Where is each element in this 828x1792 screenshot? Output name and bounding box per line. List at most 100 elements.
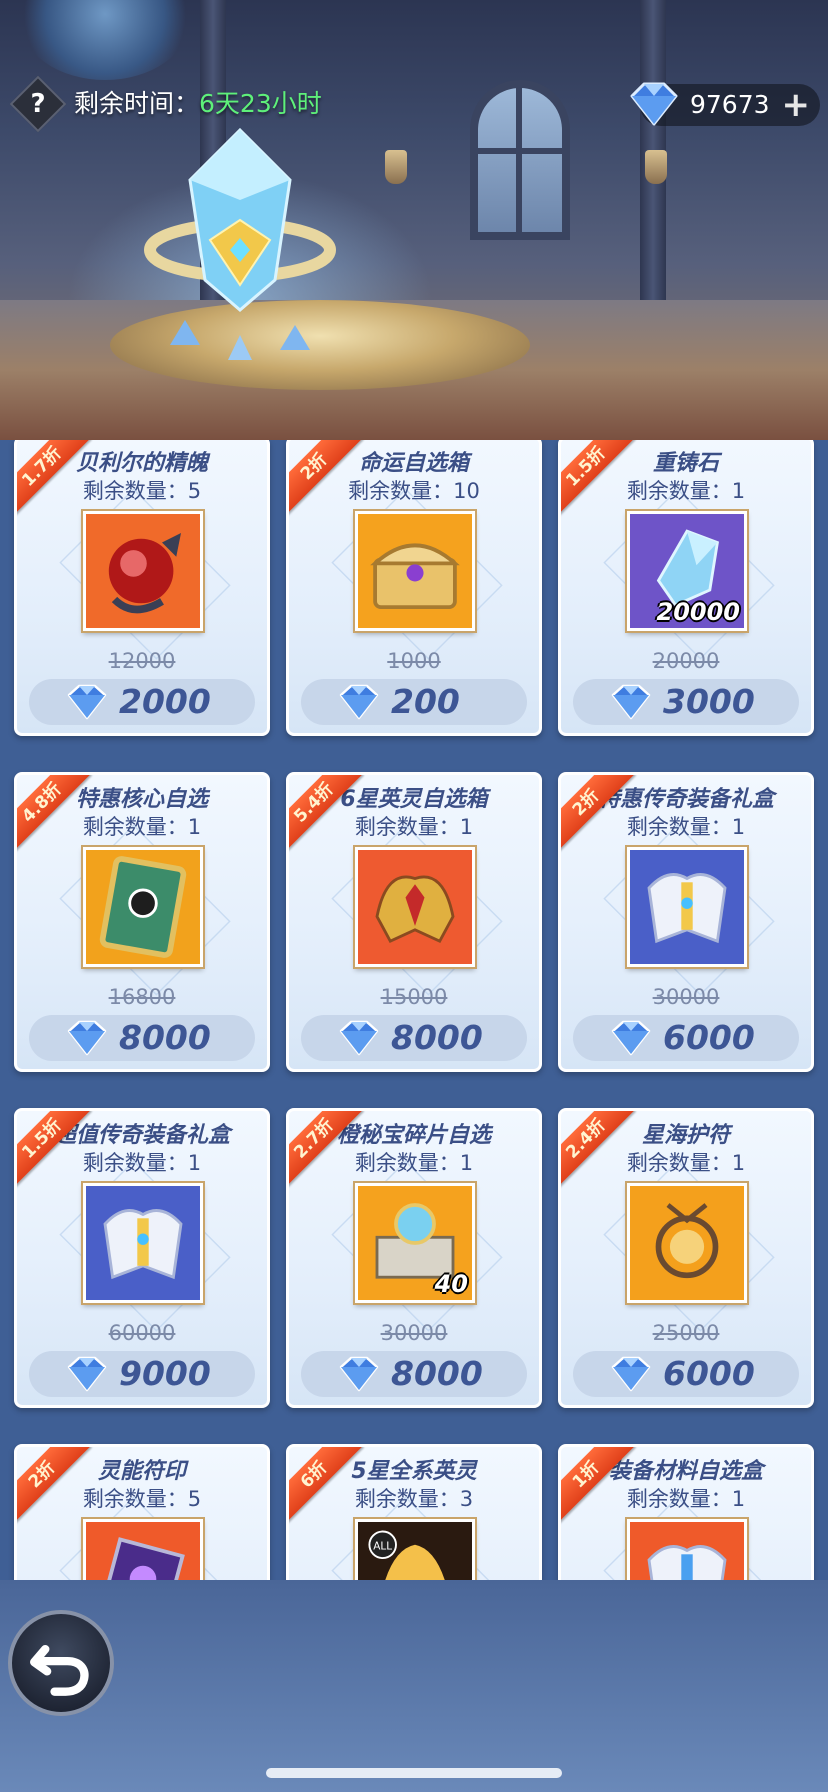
shop-item-list[interactable]: 贝利尔的精魄 剩余数量：5 12000 2000 1.7折 命运自选箱 剩余数量：10 100…	[0, 440, 828, 1580]
buy-button[interactable]: 2000	[29, 679, 255, 725]
remaining-time-value: 6天23小时	[199, 89, 322, 118]
diamond-icon	[611, 1356, 651, 1392]
item-price: 8000	[119, 1018, 211, 1057]
item-image[interactable]	[355, 511, 475, 631]
item-image[interactable]: 20000	[627, 511, 747, 631]
diamond-balance[interactable]: 97673 +	[630, 82, 820, 126]
help-button[interactable]: ?	[18, 84, 58, 124]
item-price: 3000	[663, 682, 755, 721]
item-image[interactable]	[83, 1519, 203, 1580]
buy-button[interactable]: 6000	[573, 1015, 799, 1061]
psionic-seal-icon	[86, 1522, 200, 1580]
original-price: 16800	[108, 985, 176, 1009]
shop-item-card[interactable]: 超值传奇装备礼盒 剩余数量：1 60000 9000 1.5折	[14, 1108, 270, 1408]
item-price: 8000	[391, 1018, 483, 1057]
svg-text:ALL: ALL	[373, 1541, 392, 1553]
buy-button[interactable]: 8000	[301, 1015, 527, 1061]
all-hero-icon: ALL	[358, 1522, 472, 1580]
item-stock: 剩余数量：1	[626, 479, 746, 503]
original-price: 30000	[652, 985, 720, 1009]
item-stock: 剩余数量：3	[354, 1487, 474, 1511]
item-quantity: 20000	[656, 598, 741, 626]
item-quantity: 40	[434, 1270, 468, 1298]
item-stock: 剩余数量：1	[626, 1151, 746, 1175]
item-image[interactable]	[627, 847, 747, 967]
legend-armor-icon	[630, 850, 744, 964]
original-price: 12000	[108, 649, 176, 673]
original-price: 15000	[380, 985, 448, 1009]
equip-material-icon	[630, 1522, 744, 1580]
original-price: 30000	[380, 1321, 448, 1345]
shop-item-card[interactable]: 装备材料自选盒 剩余数量：1 1折	[558, 1444, 814, 1580]
item-stock: 剩余数量：1	[626, 1487, 746, 1511]
diamond-icon	[630, 82, 678, 126]
item-stock: 剩余数量：1	[82, 1151, 202, 1175]
diamond-amount: 97673	[690, 90, 770, 119]
shop-item-card[interactable]: 特惠核心自选 剩余数量：1 16800 8000 4.8折	[14, 772, 270, 1072]
item-stock: 剩余数量：1	[354, 1151, 474, 1175]
treasure-chest-icon	[358, 514, 472, 628]
item-stock: 剩余数量：5	[82, 479, 202, 503]
hero-helmet-icon	[358, 850, 472, 964]
shop-item-card[interactable]: 重铸石 剩余数量：1 20000 20000 3000 1.5折	[558, 440, 814, 736]
add-diamond-button[interactable]: +	[782, 84, 811, 126]
shop-item-card[interactable]: 灵能符印 剩余数量：5 2折	[14, 1444, 270, 1580]
shop-item-card[interactable]: 6星英灵自选箱 剩余数量：1 15000 8000 5.4折	[286, 772, 542, 1072]
diamond-icon	[339, 1020, 379, 1056]
item-price: 6000	[663, 1018, 755, 1057]
shop-banner	[0, 0, 828, 440]
buy-button[interactable]: 8000	[29, 1015, 255, 1061]
item-image[interactable]	[355, 847, 475, 967]
item-stock: 剩余数量：10	[348, 479, 480, 503]
item-price: 8000	[391, 1354, 483, 1393]
diamond-icon	[611, 1020, 651, 1056]
diamond-icon	[67, 684, 107, 720]
shop-item-card[interactable]: 星海护符 剩余数量：1 25000 6000 2.4折	[558, 1108, 814, 1408]
shop-item-card[interactable]: 贝利尔的精魄 剩余数量：5 12000 2000 1.7折	[14, 440, 270, 736]
shop-item-card[interactable]: 特惠传奇装备礼盒 剩余数量：1 30000 6000 2折	[558, 772, 814, 1072]
diamond-icon	[67, 1020, 107, 1056]
original-price: 20000	[652, 649, 720, 673]
buy-button[interactable]: 200	[301, 679, 527, 725]
item-stock: 剩余数量：1	[82, 815, 202, 839]
diamond-icon	[611, 684, 651, 720]
item-image[interactable]	[627, 1519, 747, 1580]
buy-button[interactable]: 9000	[29, 1351, 255, 1397]
remaining-time: 剩余时间：6天23小时	[74, 86, 322, 122]
item-price: 9000	[119, 1354, 211, 1393]
item-image[interactable]	[627, 1183, 747, 1303]
red-orb-icon	[86, 514, 200, 628]
original-price: 60000	[108, 1321, 176, 1345]
item-price: 6000	[663, 1354, 755, 1393]
item-stock: 剩余数量：1	[626, 815, 746, 839]
original-price: 25000	[652, 1321, 720, 1345]
item-stock: 剩余数量：5	[82, 1487, 202, 1511]
wall-sconce-decoration	[385, 150, 407, 184]
item-image[interactable]	[83, 1183, 203, 1303]
home-indicator[interactable]	[266, 1768, 562, 1778]
diamond-icon	[67, 1356, 107, 1392]
shop-item-card[interactable]: 5星全系英灵 剩余数量：3 ALL 6折	[286, 1444, 542, 1580]
shop-item-card[interactable]: 橙秘宝碎片自选 剩余数量：1 40 30000 8000 2.7折	[286, 1108, 542, 1408]
item-image[interactable]	[83, 511, 203, 631]
item-image[interactable]: ALL	[355, 1519, 475, 1580]
remaining-time-label: 剩余时间：	[74, 89, 200, 118]
back-button[interactable]	[8, 1610, 114, 1716]
shop-item-card[interactable]: 命运自选箱 剩余数量：10 1000 200 2折	[286, 440, 542, 736]
core-card-icon	[86, 850, 200, 964]
legend-armor-icon	[86, 1186, 200, 1300]
item-image[interactable]: 40	[355, 1183, 475, 1303]
back-arrow-icon	[30, 1644, 89, 1696]
item-stock: 剩余数量：1	[354, 815, 474, 839]
bottom-bar	[0, 1580, 828, 1792]
buy-button[interactable]: 6000	[573, 1351, 799, 1397]
diamond-icon	[339, 684, 379, 720]
original-price: 1000	[387, 649, 441, 673]
item-image[interactable]	[83, 847, 203, 967]
buy-button[interactable]: 8000	[301, 1351, 527, 1397]
item-price: 200	[391, 682, 460, 721]
arched-window-decoration	[470, 80, 570, 240]
star-amulet-icon	[630, 1186, 744, 1300]
buy-button[interactable]: 3000	[573, 679, 799, 725]
diamond-icon	[339, 1356, 379, 1392]
